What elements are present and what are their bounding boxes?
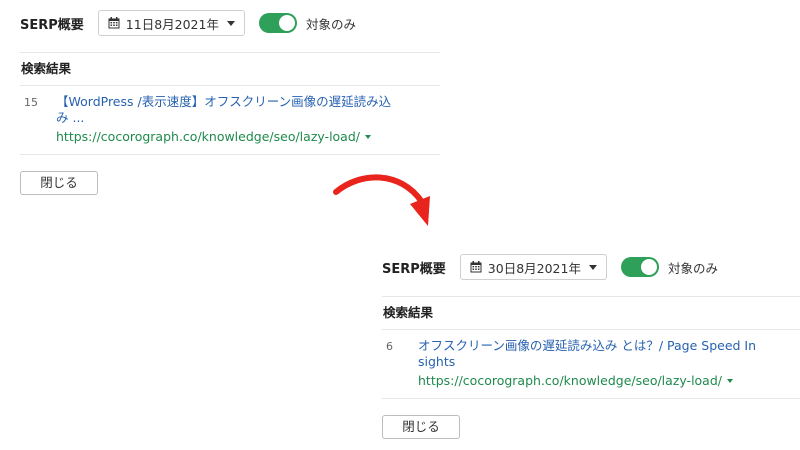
target-only-toggle[interactable] xyxy=(258,13,297,33)
toggle-label: 対象のみ xyxy=(667,260,718,276)
result-title-line2: み ... xyxy=(56,110,85,125)
section-title: 検索結果 xyxy=(383,305,434,320)
result-rank: 15 xyxy=(24,96,38,109)
search-result-row: 15 【WordPress /表示速度】オフスクリーン画像の遅延読み込 み ..… xyxy=(20,86,440,154)
close-button[interactable]: 閉じる xyxy=(382,415,460,439)
toggle-label: 対象のみ xyxy=(305,16,356,32)
chevron-down-icon xyxy=(226,20,235,26)
date-select-button[interactable]: 30日8月2021年 xyxy=(459,254,607,280)
close-button[interactable]: 閉じる xyxy=(20,171,98,195)
target-only-toggle[interactable] xyxy=(620,257,659,277)
toggle-knob xyxy=(640,259,657,275)
chevron-down-icon xyxy=(588,264,597,270)
search-result-row: 6 オフスクリーン画像の遅延読み込み とは？/ Page Speed In si… xyxy=(382,330,800,398)
result-title-line1: 【WordPress /表示速度】オフスクリーン画像の遅延読み込 xyxy=(56,94,392,109)
result-title-link[interactable]: オフスクリーン画像の遅延読み込み とは？/ Page Speed In sigh… xyxy=(418,338,800,370)
serp-header: SERP概要 11日8月2021年 対象のみ xyxy=(20,8,440,38)
date-select-button[interactable]: 11日8月2021年 xyxy=(97,10,245,36)
url-dropdown-icon[interactable] xyxy=(365,135,371,139)
result-url-link[interactable]: https://cocorograph.co/knowledge/seo/laz… xyxy=(418,373,733,389)
serp-title: SERP概要 xyxy=(20,17,84,33)
section-title: 検索結果 xyxy=(21,61,72,76)
result-url: https://cocorograph.co/knowledge/seo/laz… xyxy=(418,373,722,388)
toggle-knob xyxy=(278,15,295,31)
result-url-link[interactable]: https://cocorograph.co/knowledge/seo/laz… xyxy=(56,129,371,145)
result-url: https://cocorograph.co/knowledge/seo/laz… xyxy=(56,129,360,144)
red-curved-arrow-icon xyxy=(333,174,430,226)
serp-title: SERP概要 xyxy=(382,261,446,277)
serp-header: SERP概要 30日8月2021年 対象のみ xyxy=(382,252,800,282)
serp-panel-after: SERP概要 30日8月2021年 対象のみ 検索結果 6 オフスクリーン画像の… xyxy=(382,252,800,439)
url-dropdown-icon[interactable] xyxy=(727,379,733,383)
serp-panel-before: SERP概要 11日8月2021年 対象のみ 検索結果 15 【WordPres… xyxy=(20,8,440,195)
result-title-link[interactable]: 【WordPress /表示速度】オフスクリーン画像の遅延読み込 み ... xyxy=(56,94,440,126)
calendar-icon xyxy=(108,17,120,29)
result-rank: 6 xyxy=(386,340,393,353)
result-title-line2: sights xyxy=(418,354,456,369)
date-label: 11日8月2021年 xyxy=(125,16,219,32)
result-title-line1: オフスクリーン画像の遅延読み込み とは？/ Page Speed In xyxy=(418,338,757,353)
date-label: 30日8月2021年 xyxy=(487,260,581,276)
calendar-icon xyxy=(470,261,482,273)
